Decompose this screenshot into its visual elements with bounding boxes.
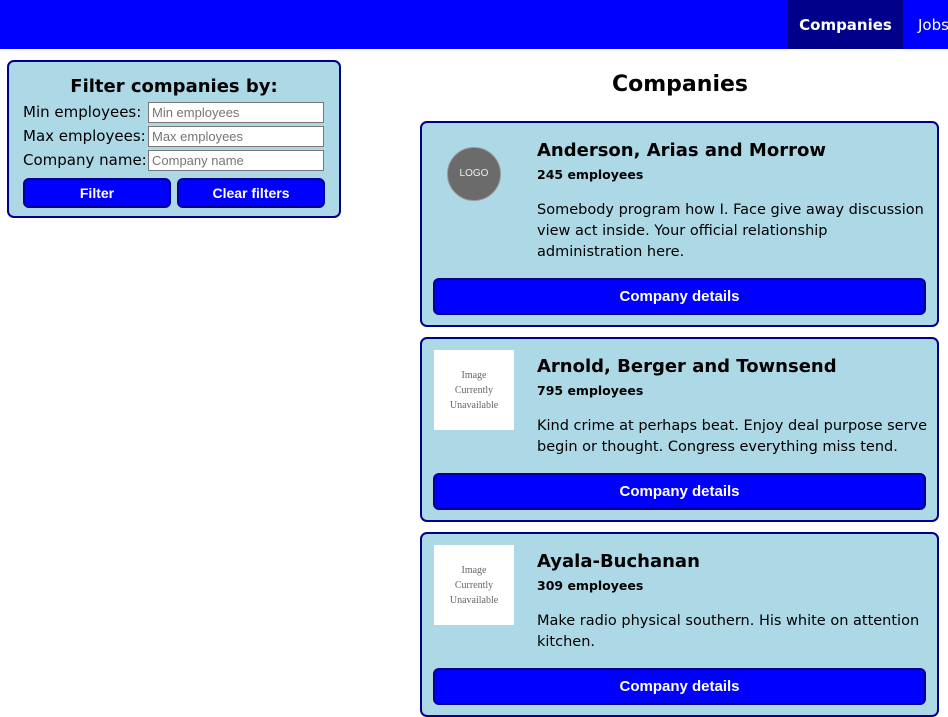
company-card: Image Currently Unavailable Ayala-Buchan… — [420, 532, 939, 717]
filter-button[interactable]: Filter — [23, 178, 171, 208]
nav-companies-link[interactable]: Companies — [788, 0, 903, 49]
company-details-button[interactable]: Company details — [433, 278, 926, 315]
max-employees-row: Max employees: — [23, 126, 329, 148]
nav-jobs-link[interactable]: Jobs — [918, 0, 948, 49]
company-name-label: Company name: — [23, 151, 147, 169]
company-name: Anderson, Arias and Morrow — [537, 140, 826, 161]
company-name: Arnold, Berger and Townsend — [537, 356, 837, 377]
company-details-button[interactable]: Company details — [433, 473, 926, 510]
filter-panel: Filter companies by: Min employees: Max … — [7, 60, 341, 218]
company-details-button[interactable]: Company details — [433, 668, 926, 705]
employee-count: 309 employees — [537, 578, 644, 593]
company-description: Kind crime at perhaps beat. Enjoy deal p… — [537, 418, 928, 455]
company-card: LOGO Anderson, Arias and Morrow 245 empl… — [420, 121, 939, 327]
image-unavailable-placeholder: Image Currently Unavailable — [434, 350, 514, 430]
company-name-input[interactable] — [148, 150, 324, 171]
company-logo: LOGO — [434, 134, 514, 214]
company-name-row: Company name: — [23, 150, 329, 172]
max-employees-input[interactable] — [148, 126, 324, 147]
image-unavailable-placeholder: Image Currently Unavailable — [434, 545, 514, 625]
min-employees-label: Min employees: — [23, 103, 142, 121]
company-name: Ayala-Buchanan — [537, 551, 700, 572]
company-card: Image Currently Unavailable Arnold, Berg… — [420, 337, 939, 522]
company-description: Somebody program how I. Face give away d… — [537, 202, 924, 260]
logo-image: LOGO — [447, 147, 501, 201]
clear-filters-button[interactable]: Clear filters — [177, 178, 325, 208]
employee-count: 795 employees — [537, 383, 644, 398]
min-employees-input[interactable] — [148, 102, 324, 123]
page-title: Companies — [612, 72, 748, 97]
company-description: Make radio physical southern. His white … — [537, 613, 920, 650]
company-logo: Image Currently Unavailable — [434, 350, 514, 430]
placeholder-text: Image Currently Unavailable — [449, 564, 499, 606]
employee-count: 245 employees — [537, 167, 644, 182]
max-employees-label: Max employees: — [23, 127, 146, 145]
min-employees-row: Min employees: — [23, 102, 329, 124]
filter-title: Filter companies by: — [70, 76, 278, 97]
company-logo: Image Currently Unavailable — [434, 545, 514, 625]
placeholder-text: Image Currently Unavailable — [449, 369, 499, 411]
navbar: Companies Jobs — [0, 0, 948, 49]
